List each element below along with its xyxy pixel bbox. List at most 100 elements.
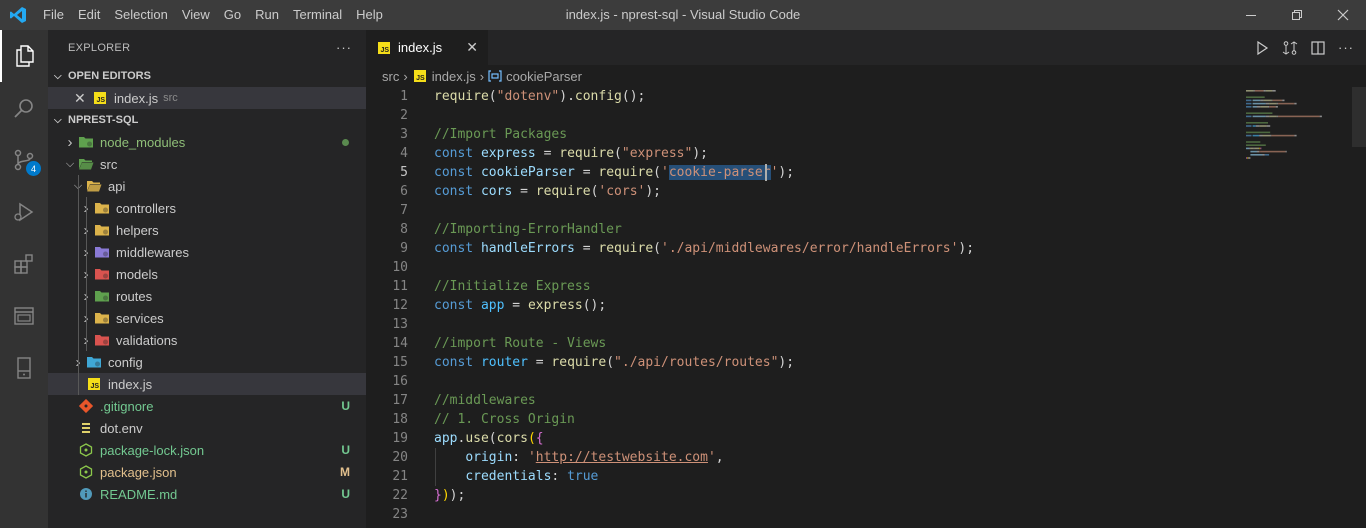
minimap-line	[1264, 154, 1270, 156]
chevron-right-icon: ›	[403, 68, 408, 84]
more-actions-icon[interactable]: ···	[336, 40, 352, 55]
folder-controllers[interactable]: ›controllers	[48, 197, 366, 219]
menu-edit[interactable]: Edit	[71, 0, 107, 30]
indent-guide	[86, 241, 87, 263]
file-index-js[interactable]: JS index.js	[48, 373, 366, 395]
folder-services[interactable]: ›services	[48, 307, 366, 329]
indent-guide	[78, 351, 79, 373]
file-readme-md[interactable]: README.md U	[48, 483, 366, 505]
folder-config[interactable]: ›config	[48, 351, 366, 373]
folder-validations[interactable]: ›validations	[48, 329, 366, 351]
line-content: //Import Packages	[434, 127, 567, 142]
vscode-logo-icon	[0, 0, 36, 30]
tree-item-label: package.json	[100, 464, 177, 480]
file--gitignore[interactable]: .gitignore U	[48, 395, 366, 417]
minimap-line	[1276, 115, 1278, 118]
open-editor-item[interactable]: ✕ JS index.js src	[48, 87, 366, 109]
activity-remote-explorer[interactable]	[0, 290, 48, 342]
minimize-button[interactable]	[1228, 0, 1274, 30]
folder-node-modules[interactable]: › node_modules	[48, 131, 366, 153]
js-file-icon: JS	[413, 70, 426, 82]
open-editors-header[interactable]: ⌵ OPEN EDITORS	[48, 65, 366, 87]
minimap-line	[1294, 134, 1297, 137]
close-icon[interactable]: ✕	[74, 90, 92, 107]
code-editor[interactable]: 1 require("dotenv").config(); 2 3//Import P…	[366, 87, 1366, 528]
line-content: const cookieParser = require('cookie-par…	[434, 165, 794, 180]
folder-src[interactable]: ⌵ src	[48, 153, 366, 175]
line-number: 19	[392, 431, 408, 446]
minimap-line	[1269, 106, 1276, 108]
code-line: 17 //middlewares	[366, 391, 1234, 410]
file-package-json[interactable]: package.json M	[48, 461, 366, 483]
folder-api[interactable]: ⌵api	[48, 175, 366, 197]
minimap-line	[1259, 147, 1261, 150]
minimap[interactable]	[1244, 87, 1344, 528]
menu-help[interactable]: Help	[349, 0, 390, 30]
minimap-line	[1252, 99, 1261, 102]
code-token: ,	[715, 450, 724, 465]
code-line: 3 //Import Packages	[366, 125, 1234, 144]
close-tab-icon[interactable]: ✕	[466, 39, 478, 56]
breadcrumb-symbol[interactable]: cookieParser	[506, 69, 582, 84]
device-icon	[17, 357, 31, 379]
code-line: 5 const cookieParser = require('cookie-pa…	[366, 163, 1234, 182]
minimap-line	[1260, 150, 1285, 153]
minimap-line	[1246, 141, 1261, 143]
file-package-lock-json[interactable]: package-lock.json U	[48, 439, 366, 461]
minimap-line	[1257, 150, 1260, 153]
line-content: const app = express();	[434, 298, 606, 313]
minimap-line	[1259, 150, 1261, 153]
folder-icon	[94, 310, 110, 326]
minimap-line	[1266, 125, 1271, 127]
open-changes-icon[interactable]	[1282, 40, 1298, 56]
folder-models[interactable]: ›models	[48, 263, 366, 285]
menu-selection[interactable]: Selection	[107, 0, 174, 30]
minimap-line	[1270, 134, 1272, 137]
code-token: "dotenv"	[496, 89, 560, 104]
open-editors-list: ✕ JS index.js src	[48, 87, 366, 109]
code-token: )	[441, 488, 450, 503]
menu-view[interactable]: View	[175, 0, 217, 30]
code-token: const	[434, 298, 474, 313]
code-token: //Initialize Express	[434, 279, 591, 294]
breadcrumb-file[interactable]: index.js	[432, 69, 476, 84]
tree-item-label: routes	[116, 288, 153, 304]
folder-routes[interactable]: ›routes	[48, 285, 366, 307]
menu-run[interactable]: Run	[248, 0, 286, 30]
file-dot-env[interactable]: dot.env	[48, 417, 366, 439]
vertical-scrollbar[interactable]	[1352, 87, 1366, 528]
line-number: 2	[400, 108, 408, 123]
split-editor-icon[interactable]	[1310, 40, 1326, 56]
code-token: '	[661, 165, 669, 180]
folder-middlewares[interactable]: ›middlewares	[48, 241, 366, 263]
menu-terminal[interactable]: Terminal	[286, 0, 349, 30]
menu-go[interactable]: Go	[217, 0, 248, 30]
run-icon[interactable]	[1254, 40, 1270, 56]
project-header[interactable]: ⌵ NPREST-SQL	[48, 109, 366, 131]
activity-search[interactable]	[0, 82, 48, 134]
chevron-down-icon: ⌵	[54, 114, 62, 126]
code-line: 2	[366, 106, 1234, 125]
activity-extensions[interactable]	[0, 238, 48, 290]
js-file-icon: JS	[86, 376, 102, 392]
folder-helpers[interactable]: ›helpers	[48, 219, 366, 241]
menu-file[interactable]: File	[36, 0, 71, 30]
code-token: (	[653, 165, 661, 180]
extensions-icon	[14, 254, 33, 274]
line-content: //import Route - Views	[434, 336, 606, 351]
node-json-icon	[78, 442, 94, 458]
activity-explorer[interactable]	[0, 30, 48, 82]
breadcrumb-folder[interactable]: src	[382, 69, 399, 84]
activity-source-control[interactable]: 4	[0, 134, 48, 186]
activity-run-debug[interactable]	[0, 186, 48, 238]
more-actions-icon[interactable]: ···	[1338, 40, 1354, 55]
settings-file-icon	[78, 420, 94, 436]
close-window-button[interactable]	[1320, 0, 1366, 30]
line-number: 18	[392, 412, 408, 427]
activity-device[interactable]	[0, 342, 48, 394]
tab-index-js[interactable]: JS index.js ✕	[366, 30, 488, 65]
minimap-line	[1277, 115, 1320, 118]
minimap-line	[1246, 147, 1250, 150]
restore-button[interactable]	[1274, 0, 1320, 30]
minimap-line	[1260, 106, 1268, 108]
